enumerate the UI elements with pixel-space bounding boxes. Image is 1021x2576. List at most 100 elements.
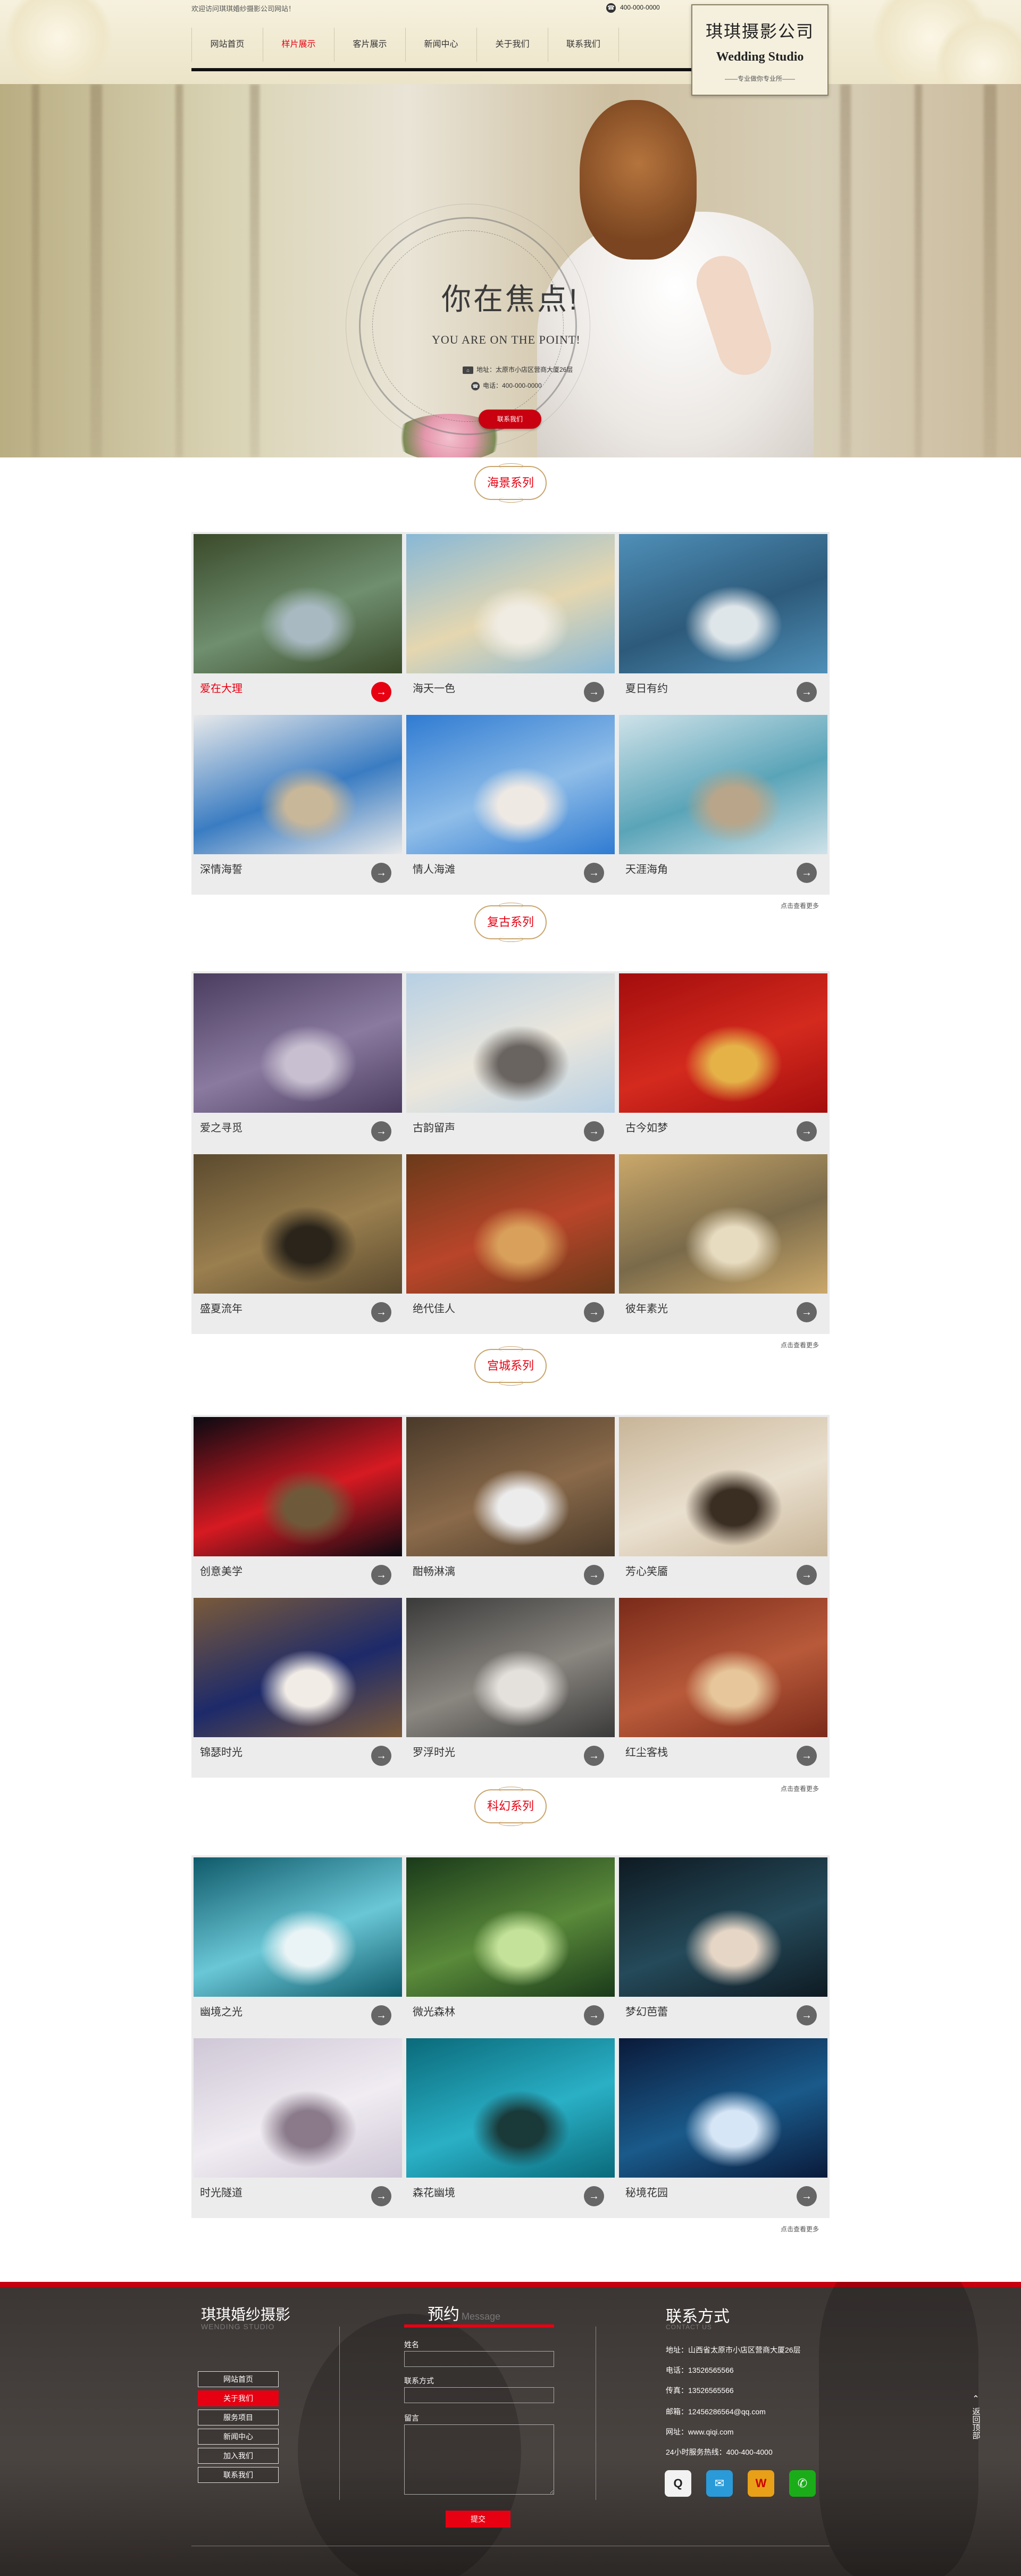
footer-menu-item[interactable]: 服务项目 (198, 2410, 279, 2425)
footer-menu-item[interactable]: 关于我们 (198, 2390, 279, 2406)
arrow-right-icon[interactable]: → (584, 1121, 604, 1141)
nav-item[interactable]: 新闻中心 (405, 28, 476, 62)
arrow-right-icon[interactable]: → (797, 682, 817, 702)
nav-item[interactable]: 网站首页 (191, 28, 263, 62)
gallery-photo[interactable] (194, 2038, 402, 2178)
gallery-card[interactable]: 海天一色 → (406, 534, 615, 710)
gallery-photo[interactable] (406, 534, 615, 673)
arrow-right-icon[interactable]: → (797, 863, 817, 883)
gallery-photo[interactable] (619, 1857, 827, 1997)
arrow-right-icon[interactable]: → (371, 1302, 391, 1322)
nav-item[interactable]: 样片展示 (263, 28, 334, 62)
arrow-right-icon[interactable]: → (584, 1746, 604, 1766)
back-to-top-button[interactable]: ⌃ 返回顶部 (968, 2394, 984, 2439)
gallery-photo[interactable] (406, 715, 615, 854)
nav-item[interactable]: 客片展示 (334, 28, 405, 62)
gallery-photo[interactable] (619, 1154, 827, 1294)
gallery-card[interactable]: 盛夏流年 → (194, 1154, 402, 1330)
arrow-right-icon[interactable]: → (584, 2186, 604, 2206)
arrow-right-icon[interactable]: → (371, 682, 391, 702)
gallery-card[interactable]: 幽境之光 → (194, 1857, 402, 2033)
weibo-icon[interactable]: W (748, 2470, 774, 2497)
arrow-right-icon[interactable]: → (797, 2005, 817, 2025)
arrow-right-icon[interactable]: → (797, 1302, 817, 1322)
arrow-right-icon[interactable]: → (371, 863, 391, 883)
gallery-photo[interactable] (406, 1417, 615, 1556)
gallery-card[interactable]: 古今如梦 → (619, 973, 827, 1149)
gallery-photo[interactable] (619, 1417, 827, 1556)
gallery-card[interactable]: 微光森林 → (406, 1857, 615, 2033)
gallery-photo[interactable] (619, 715, 827, 854)
view-more-link[interactable]: 点击查看更多 (781, 1340, 819, 1349)
gallery-photo[interactable] (406, 973, 615, 1113)
footer-menu-item[interactable]: 联系我们 (198, 2467, 279, 2483)
contact-us-button[interactable]: 联系我们 (479, 410, 541, 429)
gallery-card[interactable]: 森花幽境 → (406, 2038, 615, 2214)
message-textarea[interactable] (404, 2424, 554, 2495)
gallery-card[interactable]: 绝代佳人 → (406, 1154, 615, 1330)
arrow-right-icon[interactable]: → (371, 2186, 391, 2206)
qq-icon[interactable]: Q (665, 2470, 691, 2497)
name-input[interactable] (404, 2351, 554, 2367)
gallery-photo[interactable] (619, 534, 827, 673)
arrow-right-icon[interactable]: → (797, 1746, 817, 1766)
arrow-right-icon[interactable]: → (584, 1565, 604, 1585)
gallery-card[interactable]: 红尘客栈 → (619, 1598, 827, 1773)
gallery-card[interactable]: 天涯海角 → (619, 715, 827, 890)
gallery-card[interactable]: 情人海滩 → (406, 715, 615, 890)
submit-button[interactable]: 提交 (446, 2511, 510, 2528)
arrow-right-icon[interactable]: → (584, 1302, 604, 1322)
arrow-right-icon[interactable]: → (371, 2005, 391, 2025)
contact-input[interactable] (404, 2387, 554, 2403)
arrow-right-icon[interactable]: → (797, 1565, 817, 1585)
gallery-card[interactable]: 时光隧道 → (194, 2038, 402, 2214)
nav-item[interactable]: 联系我们 (548, 28, 619, 62)
gallery-photo[interactable] (194, 1154, 402, 1294)
gallery-photo[interactable] (619, 2038, 827, 2178)
arrow-right-icon[interactable]: → (797, 1121, 817, 1141)
nav-item[interactable]: 关于我们 (476, 28, 548, 62)
gallery-photo[interactable] (194, 715, 402, 854)
gallery-photo[interactable] (194, 1598, 402, 1737)
gallery-photo[interactable] (619, 973, 827, 1113)
arrow-right-icon[interactable]: → (797, 2186, 817, 2206)
gallery-card[interactable]: 梦幻芭蕾 → (619, 1857, 827, 2033)
arrow-right-icon[interactable]: → (371, 1746, 391, 1766)
gallery-card[interactable]: 爱在大理 → (194, 534, 402, 710)
view-more-link[interactable]: 点击查看更多 (781, 1784, 819, 1793)
gallery-photo[interactable] (406, 2038, 615, 2178)
mail-icon[interactable]: ✉ (706, 2470, 733, 2497)
nav-underline (191, 68, 691, 71)
gallery-photo[interactable] (406, 1154, 615, 1294)
gallery-photo[interactable] (406, 1598, 615, 1737)
gallery-photo[interactable] (194, 1857, 402, 1997)
arrow-right-icon[interactable]: → (371, 1565, 391, 1585)
arrow-right-icon[interactable]: → (371, 1121, 391, 1141)
footer-menu-item[interactable]: 网站首页 (198, 2371, 279, 2387)
gallery-photo[interactable] (194, 534, 402, 673)
arrow-right-icon[interactable]: → (584, 2005, 604, 2025)
arrow-right-icon[interactable]: → (584, 682, 604, 702)
logo[interactable]: 琪琪摄影公司 Wedding Studio ——专业做你专业所—— (691, 4, 828, 96)
footer-menu-item[interactable]: 新闻中心 (198, 2429, 279, 2445)
gallery-photo[interactable] (194, 973, 402, 1113)
gallery-photo[interactable] (619, 1598, 827, 1737)
view-more-link[interactable]: 点击查看更多 (781, 2224, 819, 2233)
wechat-icon[interactable]: ✆ (789, 2470, 816, 2497)
gallery-card[interactable]: 锦瑟时光 → (194, 1598, 402, 1773)
gallery-card[interactable]: 罗浮时光 → (406, 1598, 615, 1773)
arrow-right-icon[interactable]: → (584, 863, 604, 883)
gallery-card[interactable]: 秘境花园 → (619, 2038, 827, 2214)
gallery-card[interactable]: 彼年素光 → (619, 1154, 827, 1330)
gallery-card[interactable]: 深情海誓 → (194, 715, 402, 890)
footer-menu-item[interactable]: 加入我们 (198, 2448, 279, 2464)
gallery-card[interactable]: 古韵留声 → (406, 973, 615, 1149)
gallery-photo[interactable] (194, 1417, 402, 1556)
gallery-card[interactable]: 创意美学 → (194, 1417, 402, 1593)
gallery-card[interactable]: 夏日有约 → (619, 534, 827, 710)
gallery-photo[interactable] (406, 1857, 615, 1997)
gallery-card[interactable]: 酣畅淋漓 → (406, 1417, 615, 1593)
gallery-card[interactable]: 芳心笑靥 → (619, 1417, 827, 1593)
view-more-link[interactable]: 点击查看更多 (781, 901, 819, 910)
gallery-card[interactable]: 爱之寻觅 → (194, 973, 402, 1149)
